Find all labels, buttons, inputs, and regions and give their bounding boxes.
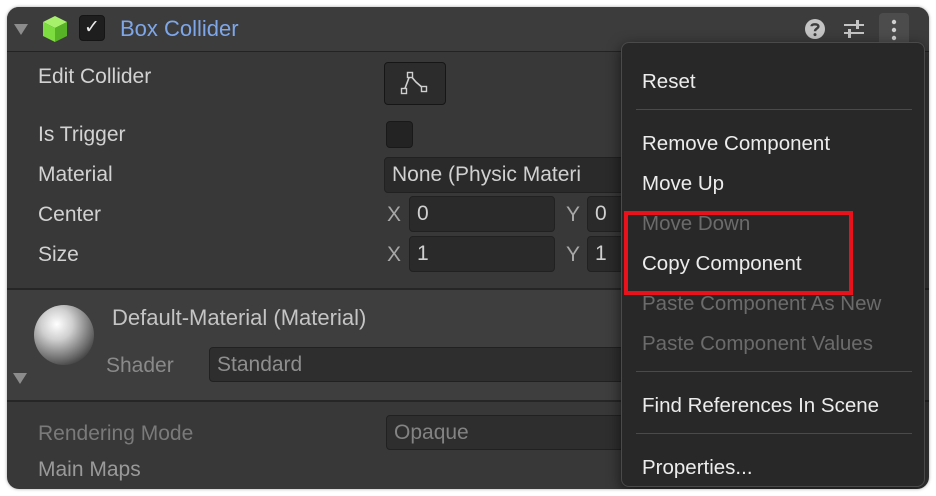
edit-collider-button[interactable] [384,62,446,105]
size-label: Size [38,243,79,266]
is-trigger-checkbox[interactable] [386,121,413,148]
rendering-mode-label: Rendering Mode [38,422,194,445]
menu-item-paste-component-as-new: Paste Component As New [642,292,882,315]
shader-label: Shader [106,354,174,377]
is-trigger-label: Is Trigger [38,123,126,146]
edit-collider-icon [400,71,428,95]
menu-item-paste-component-values: Paste Component Values [642,332,873,355]
cube-icon [43,16,67,42]
size-x-axis-label[interactable]: X [387,243,401,267]
help-icon[interactable] [803,17,827,41]
menu-item-properties[interactable]: Properties... [642,456,753,480]
shader-dropdown[interactable]: Standard [209,347,624,382]
component-title: Box Collider [120,16,239,41]
menu-item-move-up[interactable]: Move Up [642,172,724,196]
material-label: Material [38,163,113,186]
preset-sliders-icon[interactable] [842,17,866,41]
rendering-mode-dropdown[interactable]: Opaque [386,415,624,450]
menu-separator [636,109,912,110]
kebab-menu-icon [891,19,897,41]
material-sphere-icon [34,305,94,365]
highlight-box [624,211,853,295]
menu-item-reset[interactable]: Reset [642,70,696,94]
center-y-field[interactable]: 0 [587,196,624,232]
menu-item-remove-component[interactable]: Remove Component [642,132,830,156]
size-x-field[interactable]: 1 [409,236,555,272]
size-y-field[interactable]: 1 [587,236,624,272]
edit-collider-label: Edit Collider [38,65,152,88]
enabled-checkbox[interactable]: ✓ [79,15,105,41]
center-y-axis-label[interactable]: Y [566,203,580,227]
main-maps-label: Main Maps [38,458,141,481]
material-field[interactable]: None (Physic Materi [384,157,624,193]
size-y-axis-label[interactable]: Y [566,243,580,267]
center-x-field[interactable]: 0 [409,196,555,232]
menu-separator [636,433,912,434]
inspector-panel: ✓ Box Collider Edit Collider Is Trigger … [7,7,929,489]
center-x-axis-label[interactable]: X [387,203,401,227]
menu-separator [636,371,912,372]
center-label: Center [38,203,102,226]
menu-item-find-references-in-scene[interactable]: Find References In Scene [642,394,879,418]
checkmark-icon: ✓ [84,17,100,38]
foldout-arrow-icon[interactable] [13,22,29,36]
material-foldout-arrow-icon[interactable] [12,371,28,385]
material-name: Default-Material (Material) [112,305,367,330]
